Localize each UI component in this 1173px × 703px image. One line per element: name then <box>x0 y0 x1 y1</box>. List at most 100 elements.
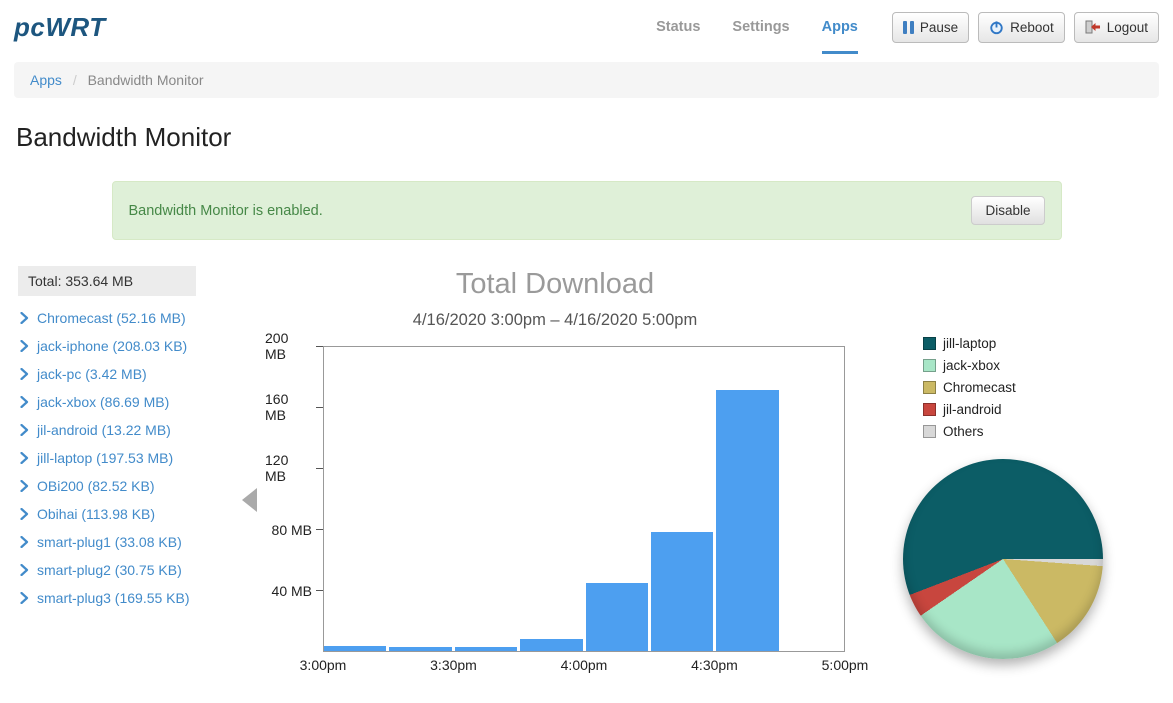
device-item[interactable]: jill-laptop (197.53 MB) <box>18 444 196 472</box>
bar-4:15pm <box>651 532 713 651</box>
bar-4:00pm <box>586 583 648 651</box>
chart-area: Total Download 4/16/2020 3:00pm – 4/16/2… <box>196 266 1173 676</box>
chevron-right-icon <box>20 564 29 576</box>
y-axis-label: 160 MB <box>265 391 323 423</box>
y-axis-label: 80 MB <box>272 522 323 538</box>
legend-swatch <box>923 337 936 350</box>
breadcrumb-apps-link[interactable]: Apps <box>30 72 62 88</box>
bar-3:00pm <box>324 646 386 651</box>
legend-swatch <box>923 381 936 394</box>
chevron-right-icon <box>20 480 29 492</box>
pause-icon <box>903 21 914 34</box>
bar-chart: 200 MB160 MB120 MB80 MB40 MB 3:00pm3:30p… <box>265 346 845 676</box>
device-label: jack-iphone (208.03 KB) <box>37 338 187 354</box>
device-item[interactable]: Chromecast (52.16 MB) <box>18 304 196 332</box>
logout-button[interactable]: Logout <box>1074 12 1159 43</box>
logo: pcWRT <box>14 12 106 43</box>
nav-settings[interactable]: Settings <box>732 0 789 54</box>
x-axis-label: 5:00pm <box>822 657 869 673</box>
legend-item-jill-laptop: jill-laptop <box>923 336 1143 351</box>
chevron-right-icon <box>20 424 29 436</box>
chevron-right-icon <box>20 396 29 408</box>
logout-button-label: Logout <box>1107 20 1148 35</box>
nav-status[interactable]: Status <box>656 0 700 54</box>
legend-label: Others <box>943 424 984 439</box>
device-label: jack-xbox (86.69 MB) <box>37 394 169 410</box>
legend-label: jack-xbox <box>943 358 1000 373</box>
device-sidebar: Total: 353.64 MB Chromecast (52.16 MB)ja… <box>18 266 196 676</box>
legend-item-jil-android: jil-android <box>923 402 1143 417</box>
device-item[interactable]: jack-iphone (208.03 KB) <box>18 332 196 360</box>
legend-item-Chromecast: Chromecast <box>923 380 1143 395</box>
device-item[interactable]: jack-xbox (86.69 MB) <box>18 388 196 416</box>
y-axis-label: 200 MB <box>265 330 323 362</box>
header-buttons: Pause Reboot Logout <box>892 12 1159 43</box>
device-label: smart-plug2 (30.75 KB) <box>37 562 182 578</box>
alert-message: Bandwidth Monitor is enabled. <box>129 203 323 219</box>
bar-3:15pm <box>389 647 451 651</box>
device-label: jil-android (13.22 MB) <box>37 422 171 438</box>
breadcrumb-separator: / <box>73 72 77 88</box>
device-label: smart-plug1 (33.08 KB) <box>37 534 182 550</box>
x-axis-label: 4:30pm <box>691 657 738 673</box>
reboot-button-label: Reboot <box>1010 20 1054 35</box>
device-label: Chromecast (52.16 MB) <box>37 310 186 326</box>
content: Total: 353.64 MB Chromecast (52.16 MB)ja… <box>18 266 1173 676</box>
page-title: Bandwidth Monitor <box>16 122 1173 153</box>
y-axis-label: 120 MB <box>265 452 323 484</box>
device-item[interactable]: OBi200 (82.52 KB) <box>18 472 196 500</box>
chevron-right-icon <box>20 592 29 604</box>
device-list: Chromecast (52.16 MB) jack-iphone (208.03… <box>18 304 196 612</box>
chevron-right-icon <box>20 340 29 352</box>
alert-banner: Bandwidth Monitor is enabled. Disable <box>112 181 1062 240</box>
chart-title: Total Download <box>265 268 845 301</box>
y-axis-label: 40 MB <box>272 583 323 599</box>
breadcrumb-current: Bandwidth Monitor <box>88 72 204 88</box>
header: pcWRT Status Settings Apps Pause Reboot <box>0 0 1173 54</box>
pie-chart <box>903 459 1103 659</box>
legend-swatch <box>923 425 936 438</box>
legend-label: jil-android <box>943 402 1002 417</box>
plot-area <box>323 346 845 652</box>
x-axis-label: 4:00pm <box>561 657 608 673</box>
legend-item-Others: Others <box>923 424 1143 439</box>
bars <box>324 347 844 651</box>
nav-apps[interactable]: Apps <box>822 0 858 54</box>
device-label: smart-plug3 (169.55 KB) <box>37 590 190 606</box>
disable-button[interactable]: Disable <box>971 196 1044 225</box>
prev-period-arrow[interactable] <box>242 488 257 512</box>
y-axis: 200 MB160 MB120 MB80 MB40 MB <box>265 346 323 652</box>
pause-button[interactable]: Pause <box>892 12 969 43</box>
device-item[interactable]: smart-plug1 (33.08 KB) <box>18 528 196 556</box>
legend-swatch <box>923 359 936 372</box>
main-nav: Status Settings Apps <box>656 0 858 54</box>
device-item[interactable]: smart-plug2 (30.75 KB) <box>18 556 196 584</box>
bar-4:30pm <box>716 390 778 651</box>
device-label: OBi200 (82.52 KB) <box>37 478 155 494</box>
chevron-right-icon <box>20 312 29 324</box>
breadcrumb: Apps / Bandwidth Monitor <box>14 62 1159 98</box>
device-label: jack-pc (3.42 MB) <box>37 366 147 382</box>
bar-chart-block: Total Download 4/16/2020 3:00pm – 4/16/2… <box>265 268 845 676</box>
device-item[interactable]: jack-pc (3.42 MB) <box>18 360 196 388</box>
legend-swatch <box>923 403 936 416</box>
x-axis-label: 3:00pm <box>300 657 347 673</box>
reboot-icon <box>989 20 1004 35</box>
bar-3:30pm <box>455 647 517 651</box>
legend-item-jack-xbox: jack-xbox <box>923 358 1143 373</box>
reboot-button[interactable]: Reboot <box>978 12 1065 43</box>
legend-label: jill-laptop <box>943 336 996 351</box>
chevron-right-icon <box>20 452 29 464</box>
device-item[interactable]: Obihai (113.98 KB) <box>18 500 196 528</box>
pie-chart-block: jill-laptop jack-xbox Chromecast jil-androi… <box>903 266 1143 676</box>
bar-3:45pm <box>520 639 582 651</box>
device-item[interactable]: jil-android (13.22 MB) <box>18 416 196 444</box>
chevron-right-icon <box>20 508 29 520</box>
legend-label: Chromecast <box>943 380 1016 395</box>
device-item[interactable]: smart-plug3 (169.55 KB) <box>18 584 196 612</box>
chart-date-range: 4/16/2020 3:00pm – 4/16/2020 5:00pm <box>265 311 845 330</box>
chart-legend: jill-laptop jack-xbox Chromecast jil-androi… <box>923 336 1143 439</box>
x-axis: 3:00pm3:30pm4:00pm4:30pm5:00pm <box>323 652 845 676</box>
chevron-right-icon <box>20 368 29 380</box>
device-label: jill-laptop (197.53 MB) <box>37 450 173 466</box>
